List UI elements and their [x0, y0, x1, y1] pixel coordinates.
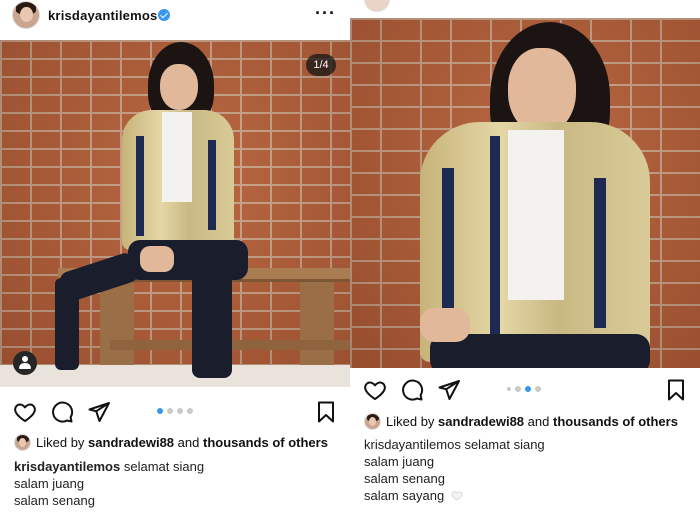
- carousel-dot: [525, 386, 531, 392]
- carousel-dot: [177, 408, 183, 414]
- more-horizontal-icon[interactable]: ···: [315, 4, 336, 22]
- carousel-indicator: [507, 386, 541, 392]
- caption-line: salam juang: [364, 454, 435, 469]
- comment-icon[interactable]: [400, 378, 424, 402]
- heart-icon[interactable]: [363, 378, 387, 402]
- send-icon[interactable]: [437, 378, 461, 402]
- liker-avatar[interactable]: [14, 434, 31, 451]
- caption-line: selamat siang: [464, 437, 545, 452]
- likes-and: and: [527, 414, 550, 429]
- post-caption: krisdayantilemos selamat siang salam jua…: [14, 458, 204, 509]
- image-counter: 1/4: [306, 54, 336, 76]
- profile-avatar[interactable]: [12, 1, 40, 29]
- likes-prefix: Liked by: [386, 414, 435, 429]
- profile-avatar[interactable]: [364, 0, 390, 12]
- user-tag-icon[interactable]: [13, 351, 37, 375]
- caption-username[interactable]: krisdayantilemos: [14, 459, 120, 474]
- post-caption: krisdayantilemos selamat siang salam jua…: [364, 436, 545, 504]
- post-header: krisdayantilemos ···: [0, 0, 350, 32]
- carousel-dot: [507, 387, 511, 391]
- carousel-dot: [187, 408, 193, 414]
- white-heart-icon: [451, 491, 463, 501]
- action-bar: [350, 376, 700, 406]
- verified-badge-icon: [158, 9, 170, 21]
- likes-and: and: [177, 435, 200, 450]
- liker-avatar[interactable]: [364, 413, 381, 430]
- carousel-dot: [157, 408, 163, 414]
- carousel-indicator: [157, 408, 193, 414]
- likes-prefix: Liked by: [36, 435, 85, 450]
- caption-line: salam senang: [364, 471, 445, 486]
- caption-line: salam senang: [14, 493, 95, 508]
- likes-others[interactable]: thousands of others: [203, 435, 328, 450]
- caption-username[interactable]: krisdayantilemos: [364, 437, 461, 452]
- likes-others[interactable]: thousands of others: [553, 414, 678, 429]
- action-bar: [0, 398, 350, 428]
- carousel-dot: [167, 408, 173, 414]
- right-post: Liked by sandradewi88 and thousands of o…: [350, 0, 700, 513]
- caption-line: selamat siang: [123, 459, 205, 474]
- carousel-dot: [535, 386, 541, 392]
- post-image[interactable]: 1/4: [0, 40, 350, 387]
- caption-line: salam sayang: [364, 488, 445, 503]
- bookmark-icon[interactable]: [664, 378, 688, 402]
- send-icon[interactable]: [87, 400, 111, 424]
- caption-line: salam juang: [14, 476, 85, 491]
- comment-icon[interactable]: [50, 400, 74, 424]
- bookmark-icon[interactable]: [314, 400, 338, 424]
- left-post: krisdayantilemos ··· 1/4 Liked by sandra…: [0, 0, 350, 513]
- header-username[interactable]: krisdayantilemos: [48, 8, 157, 23]
- carousel-dot: [515, 386, 521, 392]
- heart-icon[interactable]: [13, 400, 37, 424]
- liker-username[interactable]: sandradewi88: [88, 435, 174, 450]
- post-image[interactable]: [350, 18, 700, 368]
- liker-username[interactable]: sandradewi88: [438, 414, 524, 429]
